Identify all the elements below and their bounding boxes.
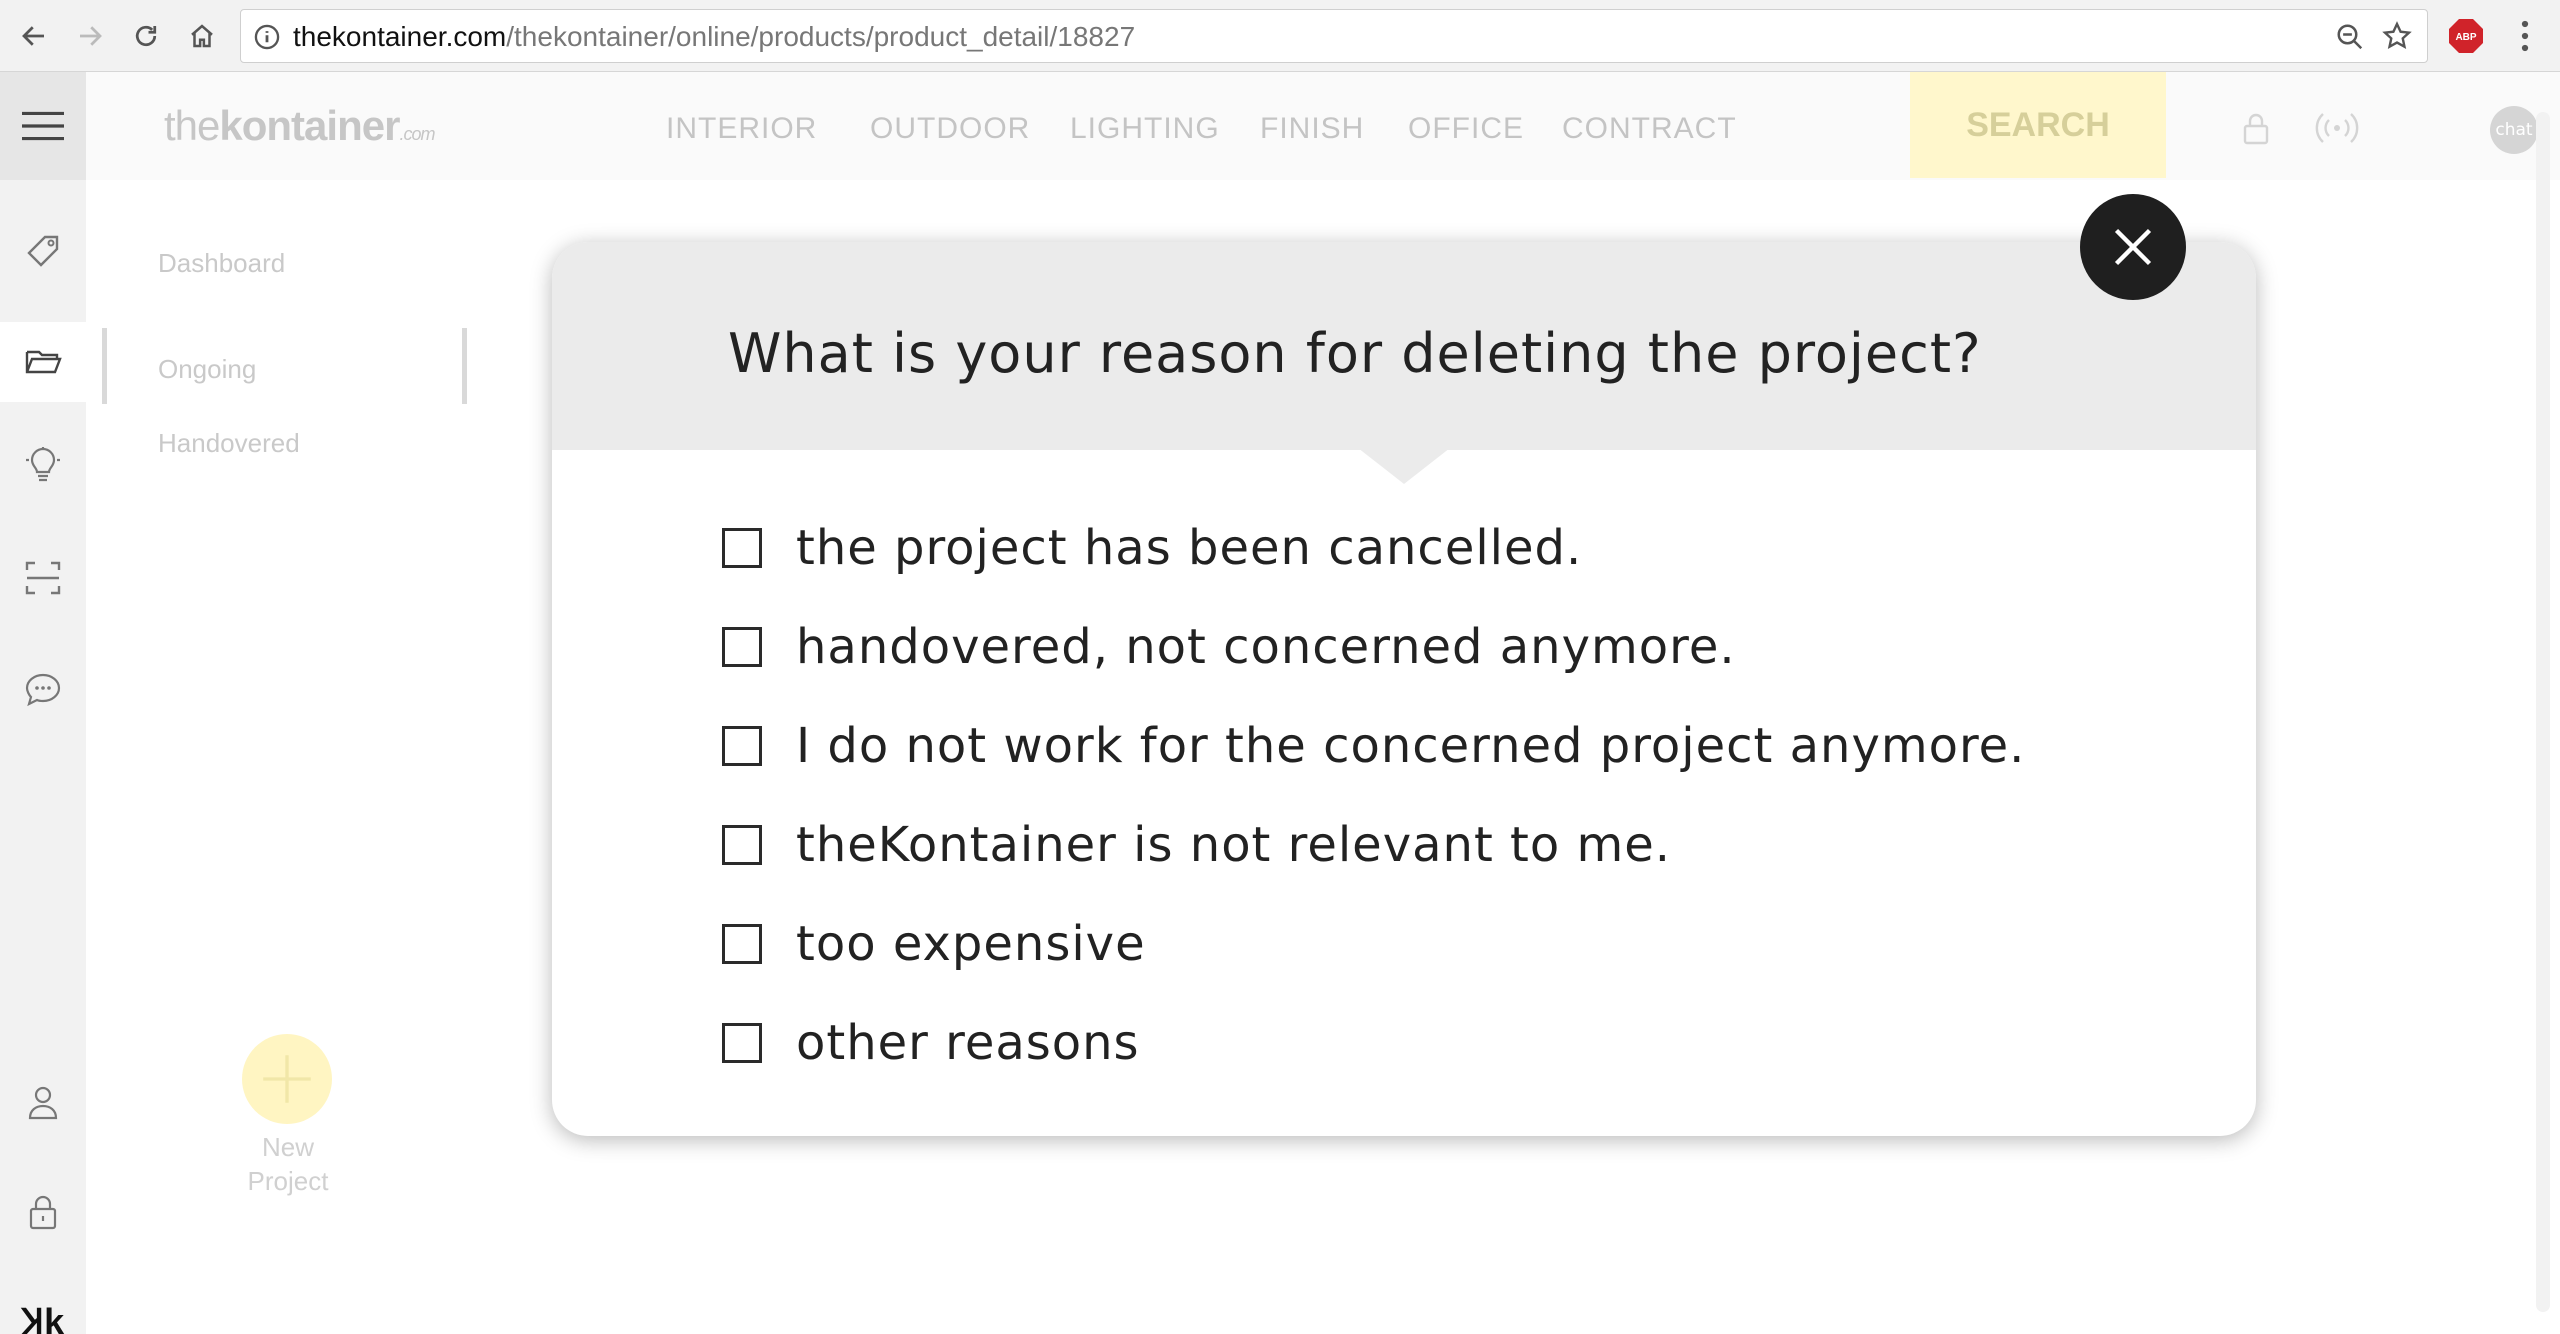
user-icon	[28, 1086, 58, 1120]
reason-label[interactable]: the project has been cancelled.	[796, 520, 1582, 576]
reason-option-other[interactable]: other reasons	[722, 1015, 1140, 1071]
sidebar-item-profile[interactable]	[0, 1062, 86, 1142]
reload-button[interactable]	[126, 16, 166, 56]
lock-icon[interactable]	[2236, 108, 2276, 148]
search-button[interactable]: SEARCH	[1910, 72, 2166, 178]
delete-project-dialog: What is your reason for deleting the pro…	[552, 194, 2256, 1136]
dialog-title: What is your reason for deleting the pro…	[728, 322, 1982, 385]
sidebar-item-lock[interactable]	[0, 1172, 86, 1252]
new-project-label-line2: Project	[247, 1166, 329, 1196]
menu-interior[interactable]: INTERIOR	[666, 112, 817, 146]
chat-icon[interactable]: chat	[2490, 106, 2538, 154]
arrow-left-icon	[22, 26, 44, 46]
browser-toolbar: thekontainer.com/thekontainer/online/pro…	[0, 0, 2560, 72]
zoom-out-icon[interactable]	[2335, 22, 2365, 52]
broadcast-icon[interactable]	[2310, 108, 2364, 148]
forward-button[interactable]	[70, 16, 110, 56]
reason-label[interactable]: handovered, not concerned anymore.	[796, 619, 1736, 675]
url-host: thekontainer.com	[293, 21, 507, 52]
dialog-header: What is your reason for deleting the pro…	[552, 242, 2256, 484]
menu-office[interactable]: OFFICE	[1408, 112, 1524, 146]
lightbulb-icon	[26, 447, 60, 482]
reason-option-too-expensive[interactable]: too expensive	[722, 916, 1146, 972]
url-text: thekontainer.com/thekontainer/online/pro…	[293, 21, 1135, 53]
menu-lighting[interactable]: LIGHTING	[1070, 112, 1220, 146]
menu-finish[interactable]: FINISH	[1260, 112, 1364, 146]
reason-checkbox[interactable]	[722, 924, 762, 964]
new-project-label-line1: New	[261, 1132, 314, 1162]
site-header: thekontainer.com INTERIOR OUTDOOR LIGHTI…	[86, 72, 2560, 180]
address-bar[interactable]: thekontainer.com/thekontainer/online/pro…	[240, 9, 2428, 63]
speech-bubble-icon	[25, 673, 61, 707]
browser-menu-icon[interactable]	[2510, 18, 2540, 54]
plus-icon	[263, 1055, 311, 1103]
reason-label[interactable]: other reasons	[796, 1015, 1140, 1071]
menu-outdoor[interactable]: OUTDOOR	[870, 112, 1030, 146]
logo-kontainer: kontainer	[219, 102, 400, 149]
url-path: /thekontainer/online/products/product_de…	[506, 21, 1136, 52]
home-button[interactable]	[182, 16, 222, 56]
brand-mark[interactable]: Ʞk	[0, 1280, 86, 1334]
subnav-active-marker	[102, 328, 107, 404]
scan-frame-icon	[25, 561, 61, 595]
adblock-label: ABP	[2455, 32, 2476, 43]
subnav-handovered[interactable]: Handovered	[158, 428, 300, 459]
back-button[interactable]	[14, 16, 54, 56]
sidebar-item-tags[interactable]	[0, 212, 86, 292]
page-scrollbar[interactable]	[2536, 112, 2550, 1312]
reason-option-handovered[interactable]: handovered, not concerned anymore.	[722, 619, 1736, 675]
logo-the: the	[164, 102, 220, 149]
subnav-ongoing[interactable]: Ongoing	[158, 354, 256, 385]
menu-contract[interactable]: CONTRACT	[1562, 112, 1737, 146]
sidebar-item-ideas[interactable]	[0, 426, 86, 506]
info-icon[interactable]	[253, 23, 281, 51]
folder-open-icon	[25, 350, 62, 374]
reason-checkbox[interactable]	[722, 726, 762, 766]
logo-suffix: .com	[399, 124, 435, 144]
arrow-right-icon	[80, 26, 102, 46]
sidebar-item-projects[interactable]	[0, 322, 86, 402]
close-icon	[2114, 228, 2152, 266]
reason-label[interactable]: I do not work for the concerned project …	[796, 718, 2025, 774]
subnav-divider	[462, 328, 467, 404]
adblock-icon[interactable]: ABP	[2448, 18, 2484, 54]
reason-label[interactable]: theKontainer is not relevant to me.	[796, 817, 1671, 873]
new-project-label[interactable]: New Project	[208, 1130, 368, 1198]
reason-checkbox[interactable]	[722, 1023, 762, 1063]
subnav-dashboard[interactable]: Dashboard	[158, 248, 285, 279]
home-icon	[191, 24, 213, 48]
sidebar-item-messages[interactable]	[0, 650, 86, 730]
site-logo[interactable]: thekontainer.com	[164, 102, 435, 150]
reason-option-not-working[interactable]: I do not work for the concerned project …	[722, 718, 2025, 774]
dialog-header-pointer	[1358, 448, 1450, 484]
lock-icon	[29, 1195, 57, 1230]
tag-icon	[27, 235, 59, 267]
reason-option-cancelled[interactable]: the project has been cancelled.	[722, 520, 1582, 576]
reason-checkbox[interactable]	[722, 528, 762, 568]
reason-option-not-relevant[interactable]: theKontainer is not relevant to me.	[722, 817, 1671, 873]
bookmark-star-icon[interactable]	[2381, 20, 2413, 52]
reason-checkbox[interactable]	[722, 627, 762, 667]
hamburger-button[interactable]	[0, 72, 86, 180]
reload-icon	[135, 25, 157, 47]
left-sidebar: Ʞk	[0, 72, 86, 1334]
hamburger-icon	[22, 111, 64, 141]
new-project-button[interactable]	[242, 1034, 332, 1124]
reason-checkbox[interactable]	[722, 825, 762, 865]
sidebar-item-scan[interactable]	[0, 538, 86, 618]
reason-label[interactable]: too expensive	[796, 916, 1146, 972]
close-dialog-button[interactable]	[2080, 194, 2186, 300]
